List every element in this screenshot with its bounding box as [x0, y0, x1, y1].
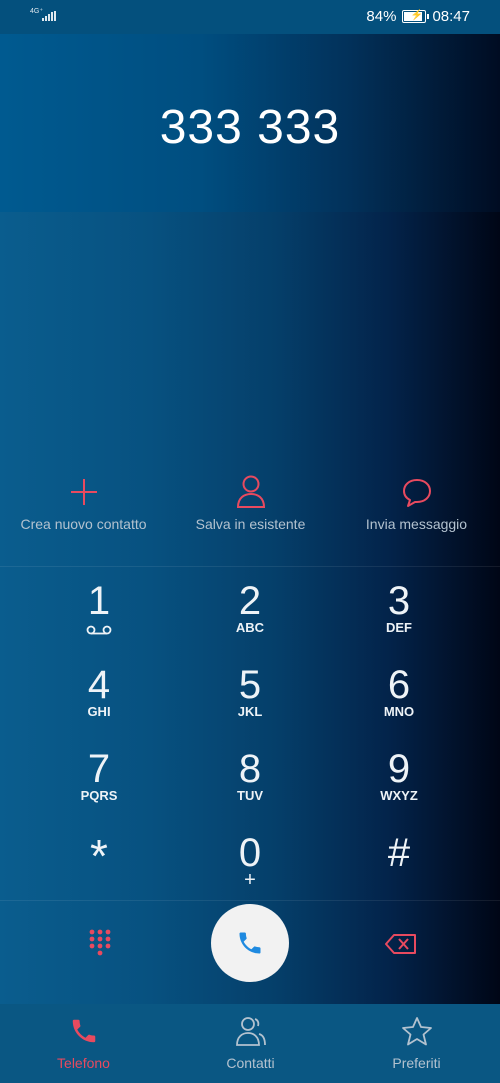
- tab-favorites-label: Preferiti: [392, 1055, 441, 1071]
- tab-favorites[interactable]: Preferiti: [333, 1016, 500, 1071]
- key-letters: JKL: [237, 704, 263, 719]
- contacts-icon: [235, 1017, 266, 1046]
- key-9[interactable]: 9 WXYZ: [334, 748, 464, 828]
- key-3[interactable]: 3 DEF: [334, 580, 464, 660]
- voicemail-icon: [86, 625, 112, 635]
- key-digit: *: [90, 830, 108, 882]
- phone-tab-icon: [72, 1019, 95, 1043]
- backspace-button[interactable]: [385, 934, 417, 959]
- key-digit: 6: [387, 663, 411, 707]
- clock: 08:47: [432, 8, 470, 25]
- person-icon: [236, 475, 265, 508]
- key-letters: DEF: [386, 620, 412, 635]
- send-message-label: Invia messaggio: [365, 516, 468, 532]
- key-5[interactable]: 5 JKL: [185, 664, 315, 744]
- number-display: 333 333: [0, 34, 500, 212]
- key-1[interactable]: 1: [34, 580, 164, 660]
- dialed-number[interactable]: 333 333: [0, 100, 500, 155]
- plus-icon: [70, 479, 97, 505]
- dialpad-icon: [89, 929, 111, 956]
- key-digit: 3: [387, 579, 411, 623]
- key-letters: PQRS: [80, 788, 118, 803]
- backspace-icon: [385, 934, 416, 954]
- star-icon: [401, 1017, 432, 1046]
- number-actions: Crea nuovo contatto Salva in esistente I…: [0, 470, 500, 566]
- key-letters: +: [244, 869, 256, 891]
- save-existing-label: Salva in esistente: [195, 516, 306, 532]
- key-7[interactable]: 7 PQRS: [34, 748, 164, 828]
- key-digit: #: [387, 831, 411, 875]
- tab-contacts[interactable]: Contatti: [167, 1016, 334, 1071]
- key-4[interactable]: 4 GHI: [34, 664, 164, 744]
- status-bar: 4G⁺ 84% ⚡ 08:47: [0, 0, 500, 34]
- create-contact-label: Crea nuovo contatto: [20, 516, 147, 532]
- key-8[interactable]: 8 TUV: [185, 748, 315, 828]
- key-digit: 0: [238, 831, 262, 875]
- key-digit: 8: [238, 747, 262, 791]
- phone-icon: [239, 932, 261, 954]
- tab-contacts-label: Contatti: [226, 1055, 275, 1071]
- call-button[interactable]: [211, 904, 289, 982]
- network-indicator: 4G⁺: [30, 8, 56, 21]
- key-digit: 1: [87, 579, 111, 623]
- keypad-toggle-button[interactable]: [88, 928, 112, 963]
- key-digit: 5: [238, 663, 262, 707]
- key-6[interactable]: 6 MNO: [334, 664, 464, 744]
- create-contact-button[interactable]: Crea nuovo contatto: [0, 470, 167, 532]
- key-digit: 7: [87, 747, 111, 791]
- key-letters: TUV: [237, 788, 263, 803]
- save-existing-button[interactable]: Salva in esistente: [167, 470, 334, 532]
- key-letters: MNO: [383, 704, 415, 719]
- message-bubble-icon: [402, 479, 431, 507]
- battery-icon: ⚡: [402, 10, 430, 23]
- signal-icon: [42, 11, 56, 21]
- tab-phone[interactable]: Telefono: [0, 1016, 167, 1071]
- status-right: 84% ⚡ 08:47: [366, 8, 470, 25]
- key-2[interactable]: 2 ABC: [185, 580, 315, 660]
- battery-percent: 84%: [366, 8, 397, 25]
- call-row: [0, 900, 500, 1004]
- dialer-screen: 4G⁺ 84% ⚡ 08:47 333 333 Crea nuovo conta…: [0, 0, 500, 1083]
- send-message-button[interactable]: Invia messaggio: [333, 470, 500, 532]
- divider: [0, 566, 500, 567]
- key-digit: 9: [387, 747, 411, 791]
- key-digit: 4: [87, 663, 111, 707]
- key-letters: ABC: [235, 620, 265, 635]
- bottom-nav: Telefono Contatti Preferiti: [0, 1004, 500, 1083]
- key-letters: GHI: [87, 704, 111, 719]
- tab-phone-label: Telefono: [57, 1055, 110, 1071]
- key-digit: 2: [238, 579, 262, 623]
- key-letters: WXYZ: [380, 788, 418, 803]
